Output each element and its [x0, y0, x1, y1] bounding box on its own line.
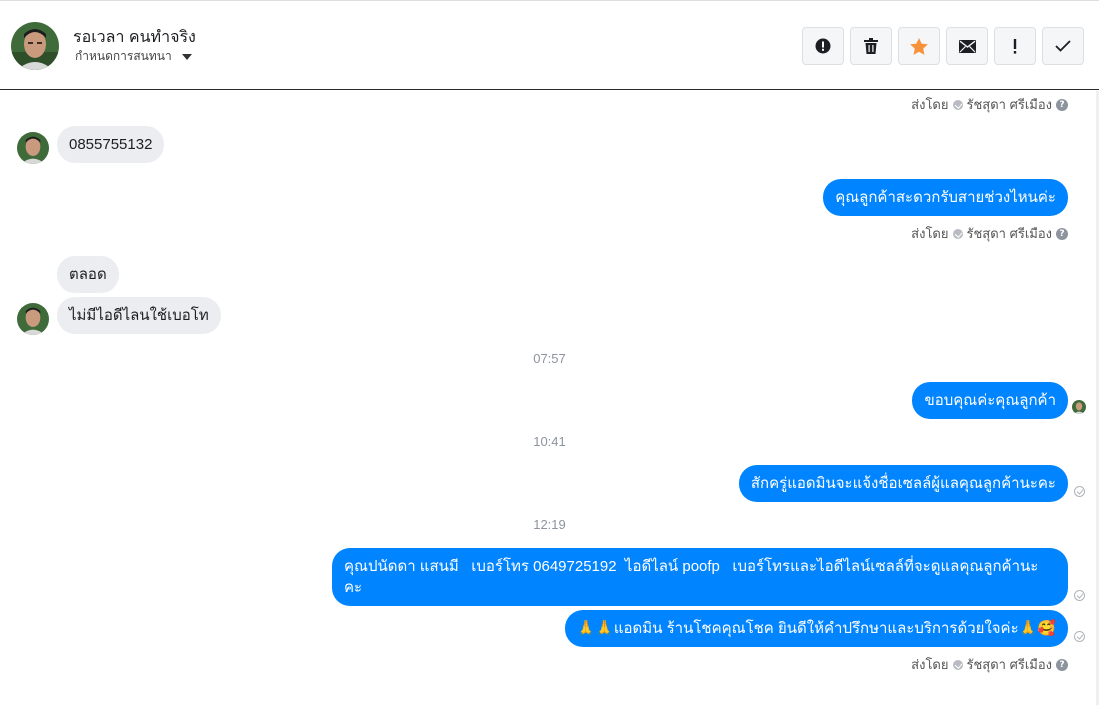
- timestamp: 07:57: [533, 351, 566, 366]
- incoming-message[interactable]: ไม่มีไอดีไลนใช้เบอโท: [57, 297, 221, 334]
- verified-icon: [952, 99, 963, 110]
- agent-name[interactable]: รัชสุดา ศรีเมือง: [967, 94, 1053, 115]
- conversation-header: รอเวลา คนทำจริง กำหนดการสนทนา: [0, 0, 1099, 90]
- outgoing-message[interactable]: ขอบคุณค่ะคุณลูกค้า: [912, 382, 1068, 419]
- exclamation-icon: [1013, 38, 1017, 54]
- sent-by-label: ส่งโดย รัชสุดา ศรีเมือง ?: [911, 94, 1068, 115]
- message-line: คุณปนัดดา แสนมี เบอร์โทร 0649725192 ไอดี…: [344, 558, 1039, 575]
- verified-icon: [952, 228, 963, 239]
- sent-by-label: ส่งโดย รัชสุดา ศรีเมือง ?: [911, 223, 1068, 244]
- seen-avatar: [1072, 400, 1086, 414]
- envelope-icon: [958, 39, 976, 53]
- check-icon: [1055, 40, 1071, 52]
- contact-avatar-small[interactable]: [17, 132, 49, 164]
- mark-unread-button[interactable]: [946, 27, 988, 65]
- mark-spam-button[interactable]: [802, 27, 844, 65]
- delivered-check-icon: [1074, 486, 1085, 497]
- contact-avatar[interactable]: [11, 22, 59, 70]
- alert-circle-icon: [815, 38, 831, 54]
- help-icon[interactable]: ?: [1056, 658, 1068, 671]
- delete-button[interactable]: [850, 27, 892, 65]
- help-icon[interactable]: ?: [1056, 98, 1068, 111]
- star-button[interactable]: [898, 27, 940, 65]
- incoming-message[interactable]: ตลอด: [57, 256, 119, 293]
- outgoing-message[interactable]: คุณลูกค้าสะดวกรับสายช่วงไหนค่ะ: [823, 179, 1068, 216]
- caret-down-icon: [181, 53, 192, 60]
- follow-up-button[interactable]: [994, 27, 1036, 65]
- contact-avatar-small[interactable]: [17, 303, 49, 335]
- timestamp: 10:41: [533, 434, 566, 449]
- outgoing-message[interactable]: 🙏🙏แอดมิน ร้านโชคคุณโชค ยินดีให้คำปรึกษาแ…: [564, 610, 1068, 647]
- agent-name[interactable]: รัชสุดา ศรีเมือง: [967, 223, 1053, 244]
- agent-name[interactable]: รัชสุดา ศรีเมือง: [967, 654, 1053, 675]
- outgoing-message[interactable]: คุณปนัดดา แสนมี เบอร์โทร 0649725192 ไอดี…: [332, 548, 1068, 606]
- timestamp: 12:19: [533, 517, 566, 532]
- help-icon[interactable]: ?: [1056, 227, 1068, 240]
- conversation-toolbar: [802, 27, 1084, 65]
- mark-done-button[interactable]: [1042, 27, 1084, 65]
- sent-by-label: ส่งโดย รัชสุดา ศรีเมือง ?: [911, 654, 1068, 675]
- outgoing-message[interactable]: สักครู่แอดมินจะแจ้งชื่อเซลล์ผู้แลคุณลูกค…: [738, 465, 1068, 502]
- delivered-check-icon: [1074, 631, 1085, 642]
- assign-conversation-dropdown[interactable]: กำหนดการสนทนา: [75, 47, 192, 66]
- verified-icon: [952, 659, 963, 670]
- star-icon: [910, 37, 928, 55]
- message-line: คะ: [344, 579, 363, 596]
- incoming-message[interactable]: 0855755132: [57, 126, 165, 163]
- message-thread[interactable]: ส่งโดย รัชสุดา ศรีเมือง ? 0855755132 คุณ…: [0, 91, 1099, 705]
- trash-icon: [864, 38, 878, 54]
- assign-label: กำหนดการสนทนา: [75, 49, 172, 63]
- delivered-check-icon: [1074, 590, 1085, 601]
